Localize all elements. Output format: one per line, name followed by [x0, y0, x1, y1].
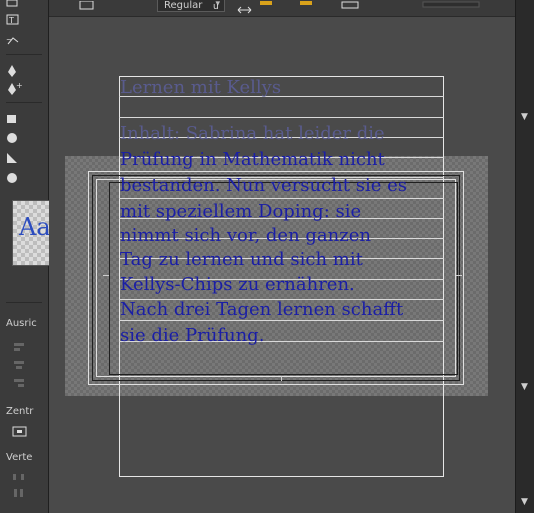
text-line-6: Tag zu lernen und sich mit [120, 249, 363, 270]
scroll-arrow-icon[interactable]: ▼ [521, 497, 531, 507]
kerning-icon[interactable] [237, 2, 253, 14]
text-line-4: mit speziellem Doping: sie [120, 201, 362, 222]
pen-icon[interactable] [6, 64, 18, 78]
center-icon[interactable] [12, 426, 28, 438]
resize-handle[interactable] [103, 275, 109, 276]
align-label: Ausric [6, 318, 37, 329]
options-field[interactable] [422, 1, 482, 9]
align-right-icon[interactable] [12, 378, 26, 390]
scroll-arrow-icon[interactable]: ▼ [521, 382, 531, 392]
font-preview-icon[interactable] [79, 1, 95, 11]
vertical-scrollbar[interactable]: ▼ ▼ ▼ [515, 0, 534, 513]
svg-text:u: u [213, 2, 219, 12]
text-line-3: bestanden. Nun versucht sie es [120, 175, 407, 196]
distribute-label: Verte [6, 452, 33, 463]
circle-icon[interactable] [6, 172, 18, 184]
svg-text:~: ~ [6, 36, 12, 44]
resize-handle[interactable] [281, 376, 282, 381]
text-line-7: Kellys-Chips zu ernähren. [120, 274, 355, 295]
text-tool-icon[interactable] [6, 0, 18, 8]
text-properties-toolbar: Regular ▾ u [49, 0, 515, 17]
text-line-5: nimmt sich vor, den ganzen [120, 225, 371, 246]
resize-handle[interactable] [456, 275, 462, 276]
text-line-1: Inhalt: Sabrina hat leider die [120, 123, 385, 144]
text-line-8: Nach drei Tagen lernen schafft [120, 299, 404, 320]
text-style-preview[interactable]: Aa [12, 200, 54, 266]
baseline-icon[interactable] [341, 1, 361, 11]
path-text-icon[interactable]: ~ [6, 34, 22, 48]
font-style-value: Regular [164, 0, 203, 11]
svg-text:T: T [8, 16, 14, 25]
align-center-icon[interactable] [12, 360, 26, 372]
wedge-icon[interactable] [6, 152, 18, 164]
guide-line [119, 117, 444, 118]
rectangle-icon[interactable] [6, 114, 18, 124]
leading-value-icon[interactable] [299, 0, 315, 8]
center-label: Zentr [6, 406, 34, 417]
text-line-2: Prüfung in Mathematik nicht [120, 149, 385, 170]
preview-text: Aa [19, 213, 51, 241]
distribute-vertical-icon[interactable] [12, 488, 26, 498]
scroll-arrow-icon[interactable]: ▼ [521, 112, 531, 122]
tools-panel: T ~ + Aa Ausric Zentr Verte [0, 0, 54, 513]
area-text-icon[interactable]: T [6, 14, 20, 26]
align-left-icon[interactable] [12, 342, 26, 354]
title-line: Lernen mit Kellys [120, 77, 282, 98]
distribute-horizontal-icon[interactable] [12, 472, 26, 482]
tracking-value-icon[interactable] [259, 0, 275, 8]
ellipse-icon[interactable] [6, 132, 18, 144]
underline-icon[interactable]: u [212, 1, 222, 13]
svg-text:+: + [16, 82, 22, 90]
add-anchor-icon[interactable]: + [6, 82, 22, 96]
text-line-9: sie die Prüfung. [120, 325, 265, 346]
